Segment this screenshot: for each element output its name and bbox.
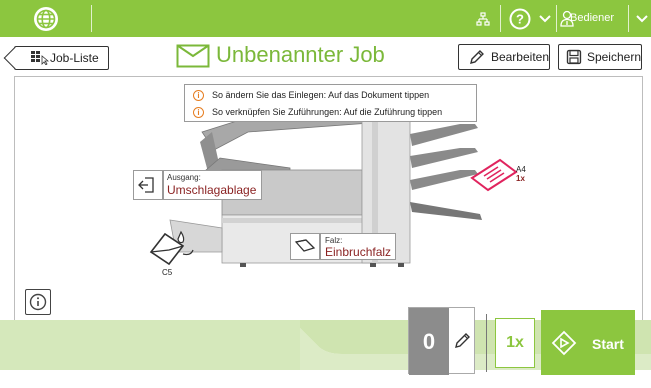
info-warning-icon: i [193,89,204,101]
start-button[interactable]: Start [541,310,635,375]
output-caption: Ausgang: [167,173,201,182]
output-icon-box[interactable] [133,170,163,200]
user-label: Bediener [570,12,615,24]
help-button[interactable]: ? [505,0,535,37]
info-button[interactable] [25,289,51,315]
start-label: Start [592,336,624,352]
home-button[interactable] [0,0,91,37]
network-button[interactable] [470,0,496,37]
help-dropdown-button[interactable] [536,0,554,37]
info-text-1: So ändern Sie das Einlegen: Auf das Doku… [212,90,430,100]
edit-label: Bearbeiten [490,50,549,64]
network-icon [476,11,490,26]
fold-icon-box[interactable] [290,233,320,260]
info-text-2: So verknüpfen Sie Zuführungen: Auf die Z… [212,107,443,117]
separator [91,5,92,32]
pencil-icon [470,50,484,64]
counter-value: 0 [409,308,449,375]
fold-value: Einbruchfalz [325,245,392,259]
user-dropdown-button[interactable] [633,0,651,37]
info-warning-icon: i [193,106,204,118]
globe-icon [33,6,58,31]
save-button[interactable]: Speichern [558,44,642,70]
job-list-icon [31,51,49,65]
envelope-icon [176,44,210,68]
envelope-format-label: C5 [162,268,173,277]
help-icon: ? [509,8,531,29]
info-line-1: i So ändern Sie das Einlegen: Auf das Do… [193,86,429,104]
svg-text:?: ? [516,11,524,26]
separator [556,5,557,32]
fold-caption: Falz: [325,236,343,245]
output-label-box[interactable]: Ausgang: Umschlagablage [163,170,262,200]
chevron-down-icon [636,14,648,22]
job-title: Unbenannter Job [216,42,385,67]
back-arrow [3,46,27,70]
start-icon [551,330,577,356]
chevron-down-icon [539,14,551,22]
pencil-icon [455,333,470,348]
output-value: Umschlagablage [167,183,257,197]
fold-icon [294,239,316,252]
fold-label-box[interactable]: Falz: Einbruchfalz [320,233,396,260]
bottom-bar-left [0,320,300,370]
multiplier-button[interactable]: 1x [495,318,535,368]
screen: ? Bediener Job-Liste Unbenannter Job Bea… [0,0,651,388]
job-list-button[interactable]: Job-Liste [3,46,109,70]
edit-button[interactable]: Bearbeiten [458,44,550,70]
info-icon [29,293,47,311]
header: Job-Liste Unbenannter Job Bearbeiten Spe… [0,37,651,75]
top-bar: ? Bediener [0,0,651,37]
insert-format-label: A4 [516,165,526,174]
piece-counter[interactable]: 0 [408,307,475,375]
job-list-label: Job-Liste [50,51,99,65]
info-box: i So ändern Sie das Einlegen: Auf das Do… [184,84,477,122]
separator [500,5,501,32]
save-label: Speichern [586,50,641,64]
insert-count-label: 1x [516,174,525,183]
envelope-c5-icon[interactable] [145,226,197,268]
separator [486,314,487,372]
output-tray-icon [138,177,154,193]
info-line-2: i So verknüpfen Sie Zuführungen: Auf die… [193,103,442,121]
save-icon [566,49,582,65]
document-a4-icon[interactable] [470,158,518,196]
separator [628,5,629,32]
